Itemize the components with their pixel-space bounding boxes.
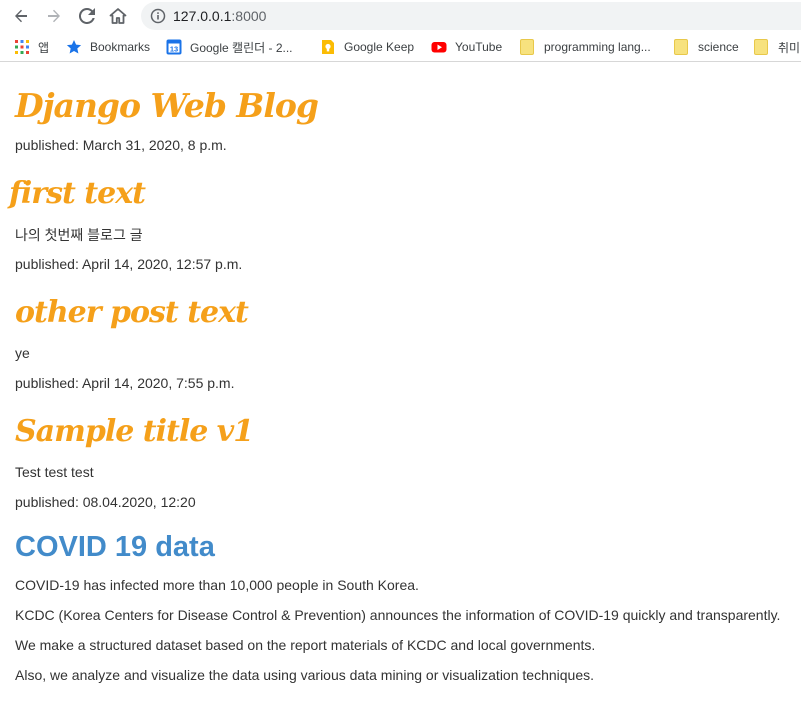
reload-icon — [79, 8, 95, 24]
bookmarks-bar: 앱 Bookmarks 13 Google 캘린더 - 2... Google … — [0, 32, 801, 62]
bookmark-label: Google 캘린더 - 2... — [190, 40, 293, 55]
back-arrow-icon — [15, 9, 27, 23]
folder-icon — [674, 39, 690, 55]
post-title-3[interactable]: Sample title v1 — [15, 414, 254, 449]
post-published-1: published: April 14, 2020, 12:57 p.m. — [15, 256, 243, 272]
star-icon — [66, 39, 82, 55]
post-published-2: published: April 14, 2020, 7:55 p.m. — [15, 375, 235, 391]
bookmark-label: 앱 — [38, 40, 50, 55]
post-text-1: 나의 첫번째 블로그 글 — [15, 227, 143, 243]
post-text-3: Test test test — [15, 464, 94, 480]
url-text[interactable]: 127.0.0.1:8000 — [173, 8, 266, 24]
covid-paragraph-1: COVID-19 has infected more than 10,000 p… — [15, 577, 419, 593]
covid-paragraph-2: KCDC (Korea Centers for Disease Control … — [15, 607, 781, 623]
home-icon — [109, 8, 127, 24]
bookmark-google-keep[interactable]: Google Keep — [320, 37, 414, 57]
bookmark-google-calendar[interactable]: 13 Google 캘린더 - 2... — [166, 37, 293, 57]
post-title-2[interactable]: other post text — [15, 295, 249, 330]
calendar-day-text: 13 — [170, 45, 178, 54]
bookmark-folder-programming[interactable]: programming lang... — [520, 37, 651, 57]
post-title-1[interactable]: first text — [9, 176, 146, 211]
bookmark-folder-science[interactable]: science — [674, 37, 739, 57]
google-calendar-icon: 13 — [166, 39, 182, 55]
apps-grid-icon — [14, 39, 30, 55]
post-text-2: ye — [15, 345, 30, 361]
browser-toolbar: 127.0.0.1:8000 — [0, 0, 801, 32]
bookmark-bookmarks[interactable]: Bookmarks — [66, 37, 150, 57]
bookmark-label: 취미 — [778, 40, 801, 55]
bookmark-label: Google Keep — [344, 40, 415, 54]
url-host: 127.0.0.1 — [173, 8, 232, 24]
bookmark-folder-hobby[interactable]: 취미 — [754, 37, 800, 57]
reload-button[interactable] — [75, 4, 99, 28]
home-button[interactable] — [106, 4, 130, 28]
blog-published-date: published: March 31, 2020, 8 p.m. — [15, 137, 227, 153]
bookmark-youtube[interactable]: YouTube — [431, 37, 502, 57]
blog-title[interactable]: Django Web Blog — [15, 86, 319, 125]
folder-icon — [754, 39, 770, 55]
folder-icon — [520, 39, 536, 55]
bookmark-label: YouTube — [455, 40, 503, 54]
covid-section-title[interactable]: COVID 19 data — [15, 531, 215, 564]
forward-button[interactable] — [42, 4, 66, 28]
forward-arrow-icon — [48, 9, 60, 23]
covid-paragraph-3: We make a structured dataset based on th… — [15, 637, 596, 653]
address-bar[interactable]: 127.0.0.1:8000 — [141, 2, 801, 30]
url-port: :8000 — [231, 8, 267, 24]
info-icon[interactable] — [150, 8, 166, 24]
covid-paragraph-4: Also, we analyze and visualize the data … — [15, 667, 595, 683]
bookmark-apps[interactable]: 앱 — [14, 37, 49, 57]
post-published-3: published: 08.04.2020, 12:20 — [15, 494, 196, 510]
bookmark-label: science — [698, 40, 739, 54]
back-button[interactable] — [9, 4, 33, 28]
bookmark-label: programming lang... — [544, 40, 651, 54]
google-keep-icon — [320, 39, 336, 55]
bookmark-label: Bookmarks — [90, 40, 151, 54]
youtube-icon — [431, 39, 447, 55]
